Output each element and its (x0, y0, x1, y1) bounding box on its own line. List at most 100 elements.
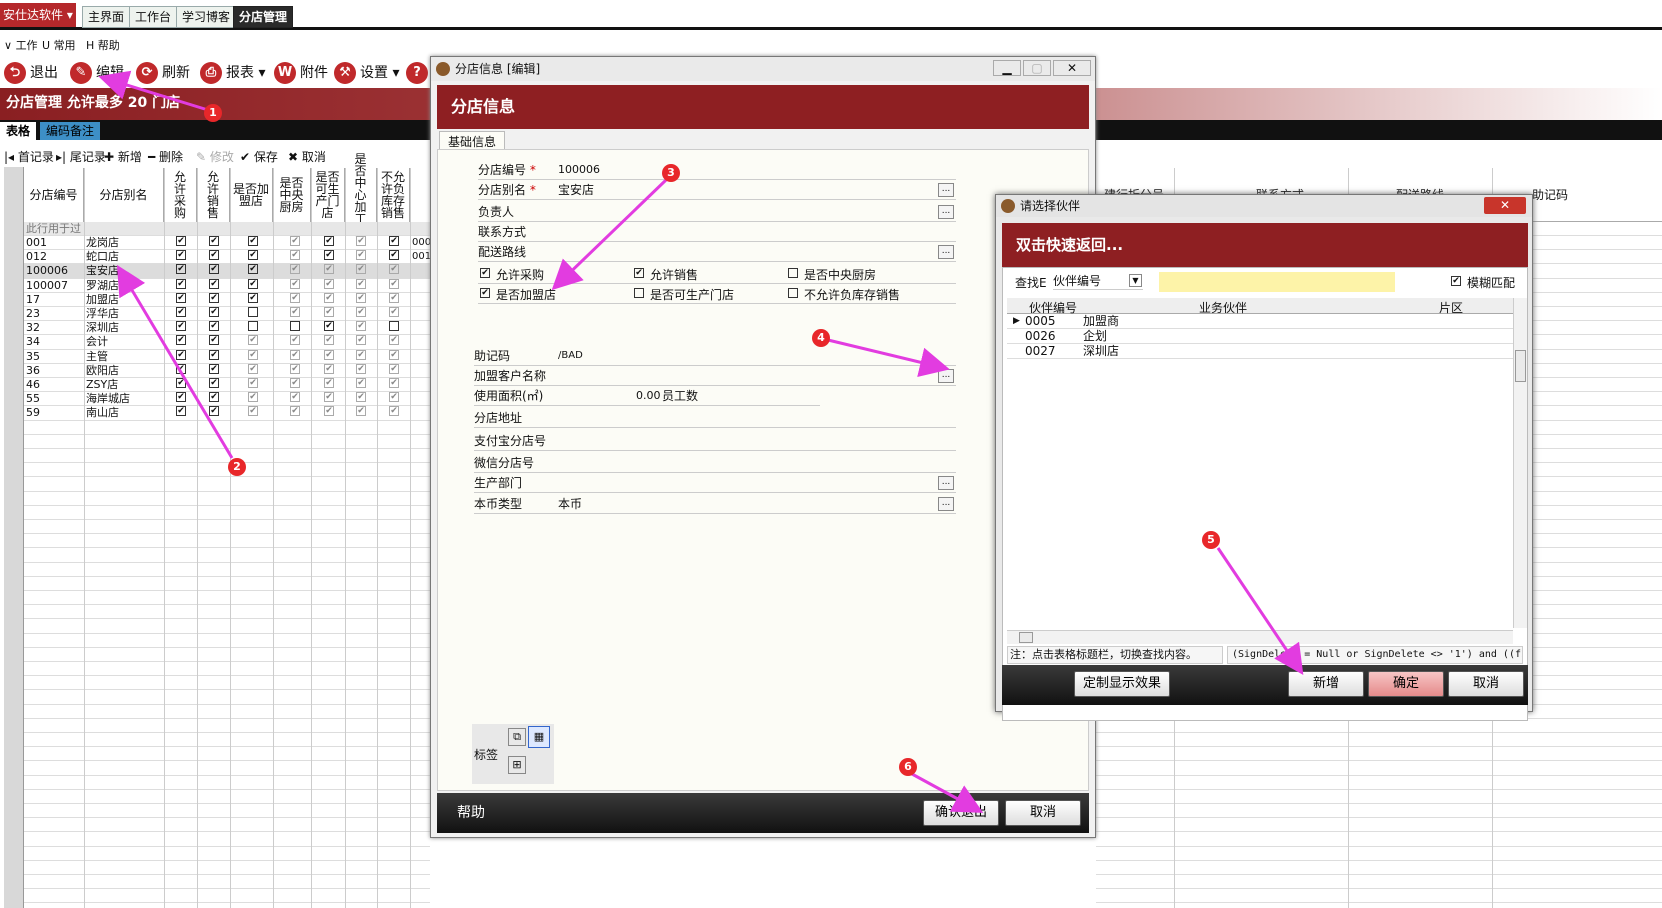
row-checkbox[interactable]: ✔ (389, 292, 399, 303)
currency-lookup-button[interactable]: ... (938, 497, 954, 511)
row-checkbox[interactable]: ✔ (209, 307, 219, 317)
row-checkbox[interactable]: ✔ (176, 378, 186, 388)
row-checkbox[interactable]: ✔ (389, 378, 399, 388)
row-checkbox[interactable]: ✔ (248, 236, 258, 246)
list-item[interactable]: ▶ 0005 加盟商 (1007, 314, 1513, 329)
row-checkbox[interactable]: ✔ (176, 349, 186, 360)
field-alipay[interactable]: 支付宝分店号 (474, 431, 956, 451)
row-checkbox[interactable]: ✔ (324, 278, 334, 289)
first-record-button[interactable]: |◂ 首记录 (4, 148, 54, 165)
allow-sales-checkbox[interactable]: ✔ (634, 268, 644, 278)
tab-branch[interactable]: 分店管理 (233, 6, 294, 28)
field-area[interactable]: 使用面积(㎡) 0.00 员工数 (474, 386, 820, 406)
row-checkbox[interactable]: ✔ (209, 321, 219, 332)
row-checkbox[interactable]: ✔ (356, 321, 366, 332)
row-checkbox[interactable]: ✔ (356, 292, 366, 303)
tree-icon[interactable]: ⊞ (508, 756, 526, 774)
add-record-button[interactable]: ✚ 新增 (104, 148, 142, 165)
col-header-alias[interactable]: 分店别名 (84, 168, 164, 222)
delete-record-button[interactable]: ━ 删除 (148, 148, 183, 165)
row-checkbox[interactable]: ✔ (209, 292, 219, 303)
row-checkbox[interactable]: ✔ (290, 278, 300, 289)
menu-work[interactable]: ∨ 工作 (4, 37, 38, 53)
row-checkbox[interactable]: ✔ (248, 363, 258, 374)
central-kitchen-checkbox[interactable] (788, 268, 798, 278)
col-header-producer[interactable]: 是否可生产门店 (311, 168, 345, 222)
dept-lookup-button[interactable]: ... (938, 476, 954, 490)
maximize-icon[interactable]: ▢ (1023, 60, 1051, 76)
alias-lookup-button[interactable]: ... (938, 183, 954, 197)
subtab-table[interactable]: 表格 (0, 122, 37, 140)
exit-button[interactable]: ⮌ 退出 (4, 60, 58, 86)
row-checkbox[interactable] (248, 321, 258, 332)
vertical-scrollbar[interactable] (1513, 298, 1527, 628)
search-input[interactable] (1159, 272, 1395, 292)
row-checkbox[interactable]: ✔ (324, 250, 334, 261)
row-checkbox[interactable]: ✔ (324, 321, 334, 332)
tab-workbench[interactable]: 工作台 (129, 6, 178, 28)
search-field-select[interactable]: 伙伴编号 ▼ (1053, 272, 1143, 290)
row-checkbox[interactable]: ✔ (290, 363, 300, 374)
row-checkbox[interactable]: ✔ (290, 292, 300, 303)
row-checkbox[interactable]: ✔ (389, 363, 399, 374)
row-checkbox[interactable]: ✔ (356, 335, 366, 346)
row-checkbox[interactable]: ✔ (248, 349, 258, 360)
no-negative-stock-checkbox[interactable] (788, 288, 798, 298)
hscroll-thumb[interactable] (1019, 632, 1033, 643)
fuzzy-match-checkbox[interactable]: ✔ (1451, 276, 1461, 286)
row-checkbox[interactable]: ✔ (356, 363, 366, 374)
row-checkbox[interactable]: ✔ (209, 278, 219, 289)
field-branch-alias[interactable]: 分店别名 * 宝安店... (478, 180, 956, 200)
row-checkbox[interactable]: ✔ (248, 378, 258, 388)
franchise-lookup-button[interactable]: ... (938, 369, 954, 383)
row-checkbox[interactable]: ✔ (389, 335, 399, 346)
edit-button[interactable]: ✎ 编辑 (70, 60, 124, 86)
row-checkbox[interactable]: ✔ (176, 335, 186, 346)
subtab-code-notes[interactable]: 编码备注 (40, 122, 101, 140)
row-checkbox[interactable]: ✔ (389, 236, 399, 246)
row-checkbox[interactable]: ✔ (389, 406, 399, 417)
row-checkbox[interactable]: ✔ (389, 392, 399, 403)
row-checkbox[interactable]: ✔ (176, 406, 186, 417)
row-checkbox[interactable]: ✔ (356, 250, 366, 261)
ok-button[interactable]: 确定 (1368, 671, 1444, 697)
cancel-record-button[interactable]: ✖ 取消 (288, 148, 326, 165)
customize-display-button[interactable]: 定制显示效果 (1074, 671, 1170, 697)
col-header-sales[interactable]: 允许销售 (197, 168, 230, 222)
route-lookup-button[interactable]: ... (938, 245, 954, 259)
row-checkbox[interactable]: ✔ (290, 250, 300, 261)
field-branch-code[interactable]: 分店编号 * 100006 (478, 160, 956, 180)
row-checkbox[interactable]: ✔ (356, 406, 366, 417)
row-checkbox[interactable]: ✔ (209, 363, 219, 374)
row-checkbox[interactable]: ✔ (248, 278, 258, 289)
row-checkbox[interactable]: ✔ (176, 307, 186, 317)
row-checkbox[interactable]: ✔ (356, 236, 366, 246)
col-header-center[interactable]: 是否中心加工厂 (345, 153, 377, 237)
menu-common[interactable]: U 常用 (42, 37, 76, 53)
row-checkbox[interactable]: ✔ (248, 392, 258, 403)
last-record-button[interactable]: ▸| 尾记录 (56, 148, 106, 165)
row-checkbox[interactable]: ✔ (324, 392, 334, 403)
col-header-code[interactable]: 分店编号 (24, 168, 84, 222)
row-checkbox[interactable]: ✔ (290, 335, 300, 346)
row-checkbox[interactable]: ✔ (356, 307, 366, 317)
row-checkbox[interactable]: ✔ (290, 349, 300, 360)
allow-purchase-checkbox[interactable]: ✔ (480, 268, 490, 278)
row-checkbox[interactable]: ✔ (248, 406, 258, 417)
modify-record-button[interactable]: ✎ 修改 (196, 148, 234, 165)
col-header-noneg[interactable]: 不允许负库存销售 (377, 168, 410, 222)
row-checkbox[interactable]: ✔ (356, 392, 366, 403)
row-checkbox[interactable]: ✔ (356, 264, 366, 275)
picker-cancel-button[interactable]: 取消 (1448, 671, 1524, 697)
list-item[interactable]: 0026 企划 (1007, 329, 1513, 344)
row-checkbox[interactable]: ✔ (176, 250, 186, 261)
row-checkbox[interactable]: ✔ (176, 363, 186, 374)
row-checkbox[interactable]: ✔ (176, 236, 186, 246)
save-record-button[interactable]: ✔ 保存 (240, 148, 278, 165)
list-item[interactable]: 0027 深圳店 (1007, 344, 1513, 359)
row-checkbox[interactable]: ✔ (248, 250, 258, 261)
row-checkbox[interactable]: ✔ (209, 250, 219, 261)
close-icon[interactable]: ✕ (1484, 197, 1526, 214)
row-checkbox[interactable]: ✔ (248, 292, 258, 303)
field-contact[interactable]: 联系方式 (478, 222, 956, 242)
